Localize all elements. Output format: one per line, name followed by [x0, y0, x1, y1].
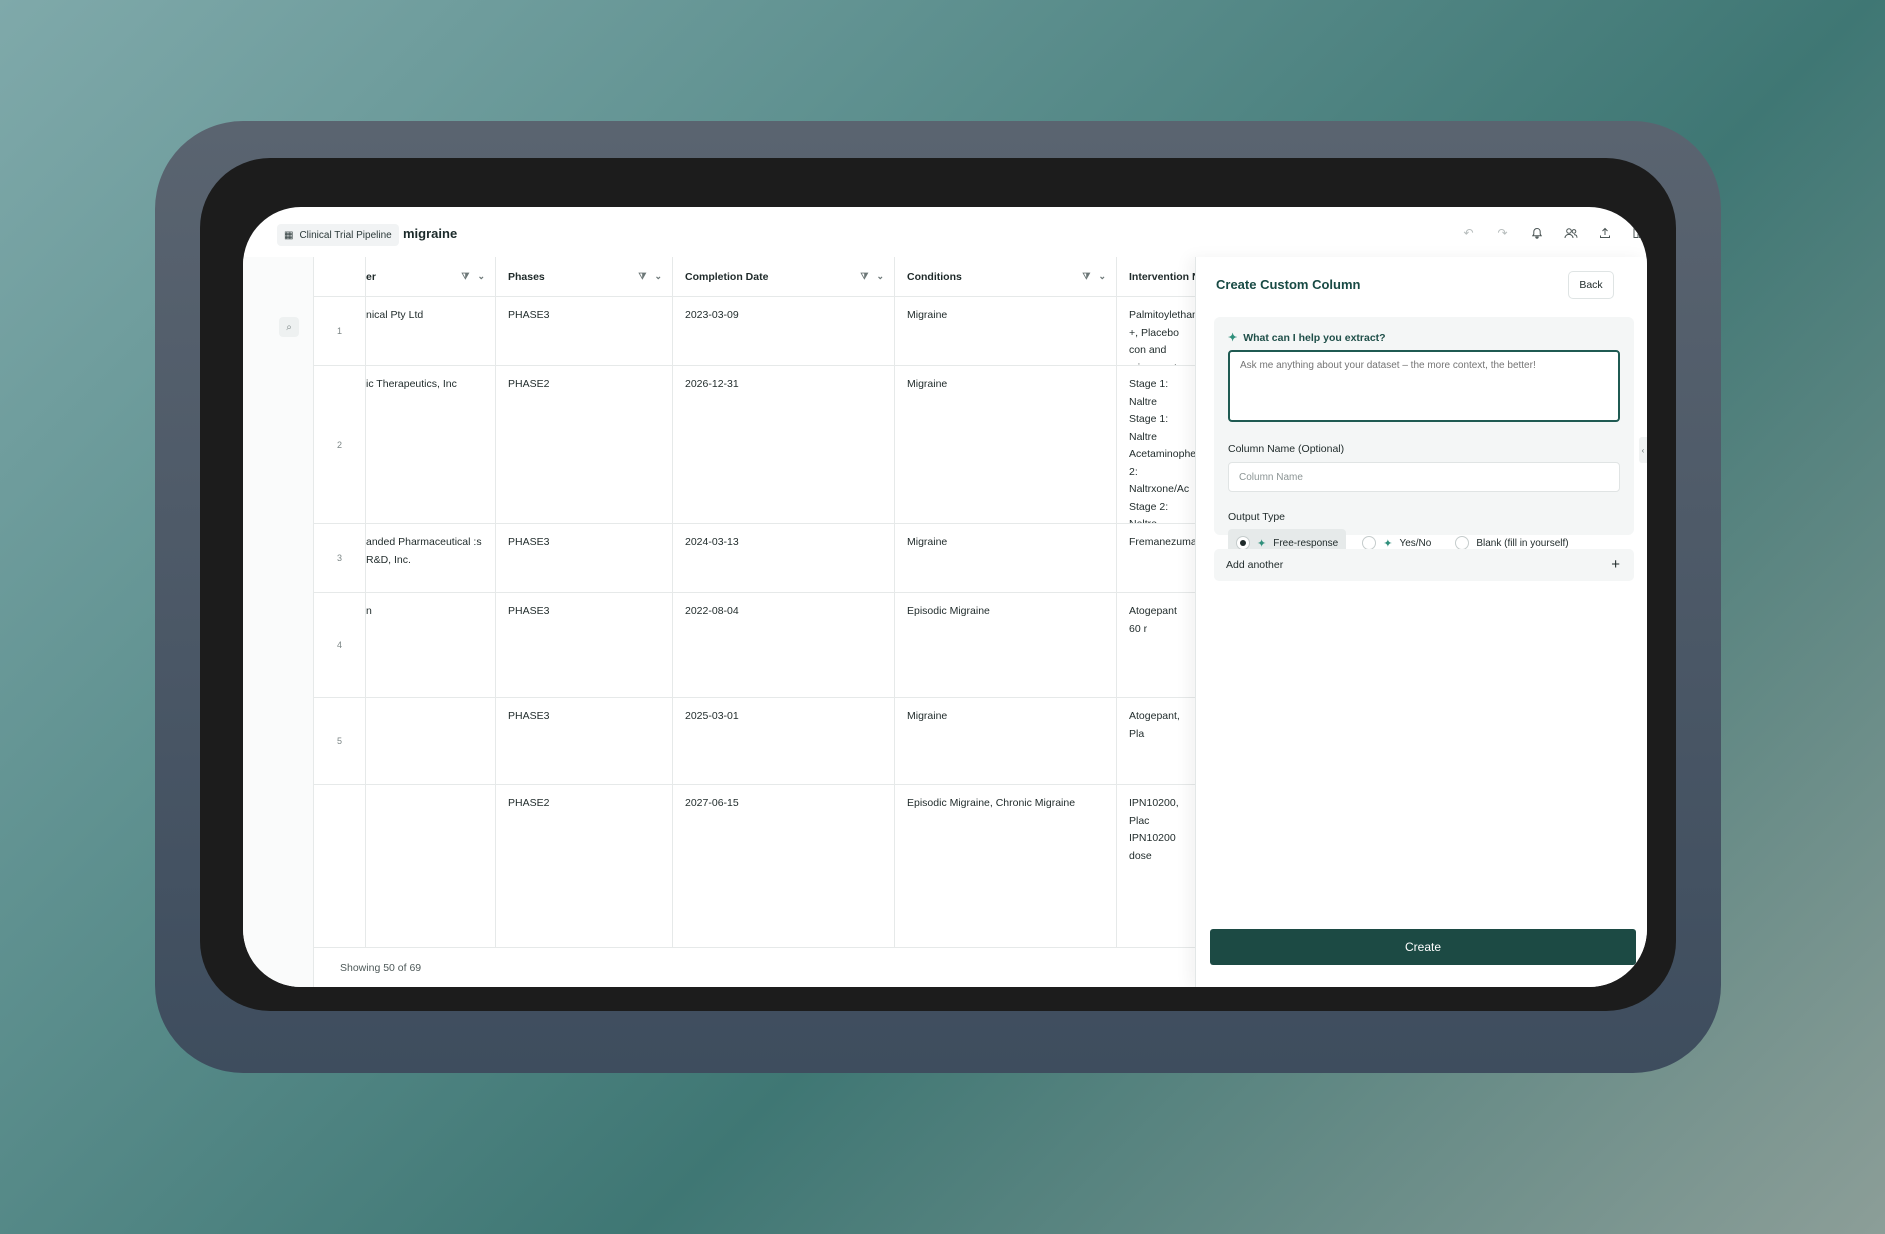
radio-button[interactable] — [1362, 536, 1377, 550]
sparkle-icon: ✦ — [1228, 332, 1238, 344]
conditions-cell[interactable]: Migraine — [895, 297, 1117, 365]
grid-icon: ▦ — [284, 229, 294, 241]
output-type-label: Output Type — [1228, 511, 1286, 523]
extract-card: ✦ What can I help you extract? Column Na… — [1214, 317, 1634, 557]
date-cell[interactable]: 2023-03-09 — [673, 297, 895, 365]
date-cell[interactable]: 2025-03-01 — [673, 698, 895, 784]
filter-icon[interactable]: ⧩ — [1082, 271, 1090, 282]
column-header-completion-date[interactable]: Completion Date ⧩ ⌄ — [673, 257, 895, 297]
row-number: 3 — [314, 524, 366, 592]
plus-icon: + — [1611, 556, 1620, 573]
app-screen: ▦ Clinical Trial Pipeline migraine ↶ ↷ ⌕ — [243, 207, 1647, 987]
filter-icon[interactable]: ⧩ — [638, 271, 646, 282]
extract-label: ✦ What can I help you extract? — [1228, 331, 1386, 345]
date-cell[interactable]: 2026-12-31 — [673, 366, 895, 523]
radio-button[interactable] — [1236, 536, 1250, 550]
upload-icon[interactable] — [1596, 224, 1613, 241]
sparkle-icon: ✦ — [1383, 537, 1393, 550]
phase-cell[interactable]: PHASE3 — [496, 524, 673, 592]
create-column-panel: Create Custom Column Back ✦ What can I h… — [1195, 257, 1647, 987]
layout-icon[interactable] — [1630, 224, 1647, 241]
toolbar-icons: ↶ ↷ — [1460, 224, 1647, 241]
chevron-down-icon[interactable]: ⌄ — [477, 271, 485, 282]
back-button[interactable]: Back — [1568, 271, 1614, 299]
sponsor-cell[interactable]: ic Therapeutics, Inc — [366, 366, 496, 523]
table-row[interactable]: 1 nical Pty Ltd PHASE3 2023-03-09 Migrai… — [314, 297, 1263, 366]
column-header-phases[interactable]: Phases ⧩ ⌄ — [496, 257, 673, 297]
table-row[interactable]: 2 ic Therapeutics, Inc PHASE2 2026-12-31… — [314, 366, 1263, 524]
table-row[interactable]: PHASE2 2027-06-15 Episodic Migraine, Chr… — [314, 785, 1263, 947]
conditions-cell[interactable]: Migraine — [895, 524, 1117, 592]
table-footer: Showing 50 of 69 — [314, 947, 1263, 987]
phase-cell[interactable]: PHASE3 — [496, 593, 673, 697]
undo-icon[interactable]: ↶ — [1460, 224, 1477, 241]
chevron-down-icon[interactable]: ⌄ — [876, 271, 884, 282]
phase-cell[interactable]: PHASE2 — [496, 785, 673, 947]
sponsor-cell[interactable]: n — [366, 593, 496, 697]
intervention-cell[interactable]: Palmitoylethan +, Placebo con and microc… — [1117, 297, 1199, 365]
sponsor-cell[interactable]: anded Pharmaceutical :s R&D, Inc. — [366, 524, 496, 592]
column-header-conditions[interactable]: Conditions ⧩ ⌄ — [895, 257, 1117, 297]
intervention-cell[interactable]: Fremanezumab — [1117, 524, 1199, 592]
row-number-header — [314, 257, 366, 297]
table-row[interactable]: 3 anded Pharmaceutical :s R&D, Inc. PHAS… — [314, 524, 1263, 593]
conditions-cell[interactable]: Migraine — [895, 366, 1117, 523]
date-cell[interactable]: 2027-06-15 — [673, 785, 895, 947]
collapse-panel-handle[interactable]: ‹ — [1639, 437, 1647, 463]
panel-title: Create Custom Column — [1216, 277, 1361, 292]
bell-icon[interactable] — [1528, 224, 1545, 241]
conditions-cell[interactable]: Episodic Migraine — [895, 593, 1117, 697]
intervention-cell[interactable]: IPN10200, Plac IPN10200 dose — [1117, 785, 1199, 947]
date-cell[interactable]: 2022-08-04 — [673, 593, 895, 697]
users-icon[interactable] — [1562, 224, 1579, 241]
intervention-cell[interactable]: Atogepant, Pla — [1117, 698, 1199, 784]
phase-cell[interactable]: PHASE2 — [496, 366, 673, 523]
chevron-down-icon[interactable]: ⌄ — [1098, 271, 1106, 282]
intervention-cell[interactable]: Stage 1: Naltre Stage 1: Naltre Acetamin… — [1117, 366, 1199, 523]
redo-icon[interactable]: ↷ — [1494, 224, 1511, 241]
phase-cell[interactable]: PHASE3 — [496, 698, 673, 784]
top-bar: ▦ Clinical Trial Pipeline migraine ↶ ↷ — [243, 207, 1647, 257]
data-table: er ⧩ ⌄ Phases ⧩ ⌄ Completion Date ⧩ ⌄ Condi… — [313, 257, 1263, 987]
table-row[interactable]: 5 PHASE3 2025-03-01 Migraine Atogepant, … — [314, 698, 1263, 785]
column-name-input[interactable] — [1228, 462, 1620, 492]
column-name-label: Column Name (Optional) — [1228, 443, 1345, 455]
phase-cell[interactable]: PHASE3 — [496, 297, 673, 365]
search-icon[interactable]: ⌕ — [279, 317, 299, 337]
chevron-down-icon[interactable]: ⌄ — [654, 271, 662, 282]
row-number: 2 — [314, 366, 366, 523]
page-title: migraine — [403, 226, 458, 241]
sponsor-cell[interactable] — [366, 698, 496, 784]
intervention-cell[interactable]: Atogepant 60 r — [1117, 593, 1199, 697]
sponsor-cell[interactable] — [366, 785, 496, 947]
row-number: 4 — [314, 593, 366, 697]
column-header-sponsor[interactable]: er ⧩ ⌄ — [366, 257, 496, 297]
breadcrumb[interactable]: ▦ Clinical Trial Pipeline — [277, 224, 399, 246]
row-number: 1 — [314, 297, 366, 365]
conditions-cell[interactable]: Migraine — [895, 698, 1117, 784]
row-number — [314, 785, 366, 947]
sparkle-icon: ✦ — [1257, 537, 1267, 550]
filter-icon[interactable]: ⧩ — [860, 271, 868, 282]
row-number: 5 — [314, 698, 366, 784]
table-row[interactable]: 4 n PHASE3 2022-08-04 Episodic Migraine … — [314, 593, 1263, 698]
date-cell[interactable]: 2024-03-13 — [673, 524, 895, 592]
sponsor-cell[interactable]: nical Pty Ltd — [366, 297, 496, 365]
prompt-input[interactable] — [1228, 350, 1620, 422]
breadcrumb-app-label: Clinical Trial Pipeline — [299, 229, 392, 241]
filter-icon[interactable]: ⧩ — [461, 271, 469, 282]
conditions-cell[interactable]: Episodic Migraine, Chronic Migraine — [895, 785, 1117, 947]
table-header: er ⧩ ⌄ Phases ⧩ ⌄ Completion Date ⧩ ⌄ Condi… — [314, 257, 1263, 297]
left-rail: ⌕ — [243, 257, 313, 987]
add-another-button[interactable]: Add another + — [1214, 549, 1634, 581]
create-button[interactable]: Create — [1210, 929, 1636, 965]
radio-button[interactable] — [1455, 536, 1470, 550]
